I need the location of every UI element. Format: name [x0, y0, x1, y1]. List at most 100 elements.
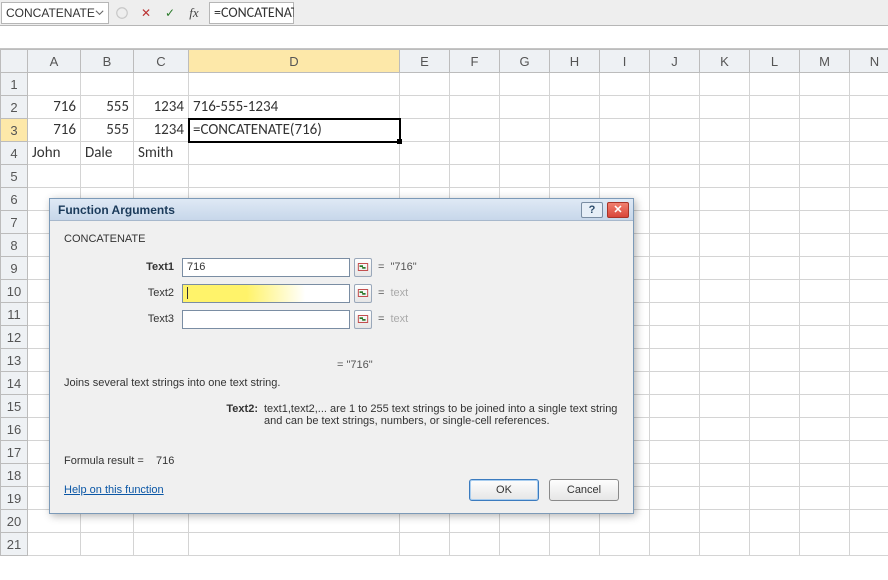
cell[interactable]	[800, 165, 850, 188]
cell[interactable]	[400, 119, 450, 142]
cell[interactable]	[800, 510, 850, 533]
cell[interactable]	[400, 73, 450, 96]
cell[interactable]	[800, 487, 850, 510]
row-header[interactable]: 7	[1, 211, 28, 234]
cell[interactable]	[850, 142, 888, 165]
row-header[interactable]: 15	[1, 395, 28, 418]
cell[interactable]	[850, 533, 888, 556]
cell[interactable]: 1234	[134, 96, 189, 119]
cell[interactable]	[700, 119, 750, 142]
row-header[interactable]: 5	[1, 165, 28, 188]
cell[interactable]	[500, 165, 550, 188]
cell[interactable]	[650, 326, 700, 349]
cell[interactable]	[850, 96, 888, 119]
cell[interactable]	[81, 73, 134, 96]
cell[interactable]	[850, 326, 888, 349]
cell[interactable]	[750, 73, 800, 96]
ok-button[interactable]: OK	[469, 479, 539, 501]
row-header[interactable]: 13	[1, 349, 28, 372]
col-header[interactable]: C	[134, 50, 189, 73]
col-header[interactable]: I	[600, 50, 650, 73]
cell[interactable]	[550, 73, 600, 96]
row-header[interactable]: 1	[1, 73, 28, 96]
cell[interactable]	[28, 73, 81, 96]
cell[interactable]	[700, 510, 750, 533]
cell[interactable]	[850, 395, 888, 418]
row-header[interactable]: 3	[1, 119, 28, 142]
cell[interactable]	[600, 96, 650, 119]
cell[interactable]	[650, 142, 700, 165]
cell[interactable]	[700, 257, 750, 280]
cell[interactable]	[700, 441, 750, 464]
cell[interactable]	[600, 533, 650, 556]
cell[interactable]	[450, 533, 500, 556]
row-header[interactable]: 16	[1, 418, 28, 441]
cell[interactable]	[700, 234, 750, 257]
cell[interactable]	[450, 119, 500, 142]
row-header[interactable]: 4	[1, 142, 28, 165]
row-header[interactable]: 10	[1, 280, 28, 303]
col-header[interactable]: A	[28, 50, 81, 73]
cell[interactable]	[750, 464, 800, 487]
cell[interactable]	[750, 119, 800, 142]
cell[interactable]	[650, 165, 700, 188]
cell[interactable]	[700, 165, 750, 188]
cell[interactable]	[650, 234, 700, 257]
cell[interactable]	[134, 533, 189, 556]
cell[interactable]	[800, 234, 850, 257]
row-header[interactable]: 17	[1, 441, 28, 464]
cell[interactable]	[450, 96, 500, 119]
cell[interactable]	[650, 533, 700, 556]
cell[interactable]	[850, 418, 888, 441]
cell[interactable]	[700, 418, 750, 441]
cell[interactable]	[850, 119, 888, 142]
collapse-dialog-icon[interactable]	[354, 310, 372, 329]
cell[interactable]	[28, 165, 81, 188]
cell[interactable]	[850, 188, 888, 211]
help-link[interactable]: Help on this function	[64, 484, 164, 496]
cell[interactable]	[400, 96, 450, 119]
cell[interactable]	[800, 441, 850, 464]
help-icon[interactable]: ?	[581, 202, 603, 218]
col-header[interactable]: L	[750, 50, 800, 73]
cell[interactable]	[700, 533, 750, 556]
cell[interactable]: Dale	[81, 142, 134, 165]
cell[interactable]	[650, 188, 700, 211]
col-header[interactable]: D	[189, 50, 400, 73]
collapse-dialog-icon[interactable]	[354, 284, 372, 303]
cell[interactable]	[450, 165, 500, 188]
cell[interactable]	[700, 188, 750, 211]
cell[interactable]	[750, 418, 800, 441]
cell[interactable]	[800, 188, 850, 211]
cell[interactable]: Smith	[134, 142, 189, 165]
formula-input[interactable]: =CONCATENATE(716)	[209, 2, 294, 24]
close-icon[interactable]: ✕	[607, 202, 629, 218]
cell[interactable]	[800, 303, 850, 326]
cell[interactable]	[650, 280, 700, 303]
cell[interactable]	[750, 303, 800, 326]
cell[interactable]	[550, 142, 600, 165]
cell[interactable]	[750, 349, 800, 372]
cell[interactable]	[800, 418, 850, 441]
cell[interactable]	[750, 280, 800, 303]
cell[interactable]	[700, 372, 750, 395]
col-header[interactable]: E	[400, 50, 450, 73]
cell[interactable]: John	[28, 142, 81, 165]
cell[interactable]	[550, 96, 600, 119]
cell[interactable]: 716	[28, 96, 81, 119]
cell[interactable]	[650, 211, 700, 234]
col-header[interactable]: J	[650, 50, 700, 73]
row-header[interactable]: 20	[1, 510, 28, 533]
row-header[interactable]: 12	[1, 326, 28, 349]
cell[interactable]	[189, 73, 400, 96]
cell[interactable]	[850, 280, 888, 303]
cell[interactable]	[650, 73, 700, 96]
name-box-dropdown-icon[interactable]	[95, 6, 104, 20]
cell[interactable]	[650, 464, 700, 487]
cell[interactable]	[700, 326, 750, 349]
cell[interactable]	[700, 73, 750, 96]
cell[interactable]	[800, 142, 850, 165]
col-header[interactable]: G	[500, 50, 550, 73]
row-header[interactable]: 9	[1, 257, 28, 280]
row-header[interactable]: 21	[1, 533, 28, 556]
